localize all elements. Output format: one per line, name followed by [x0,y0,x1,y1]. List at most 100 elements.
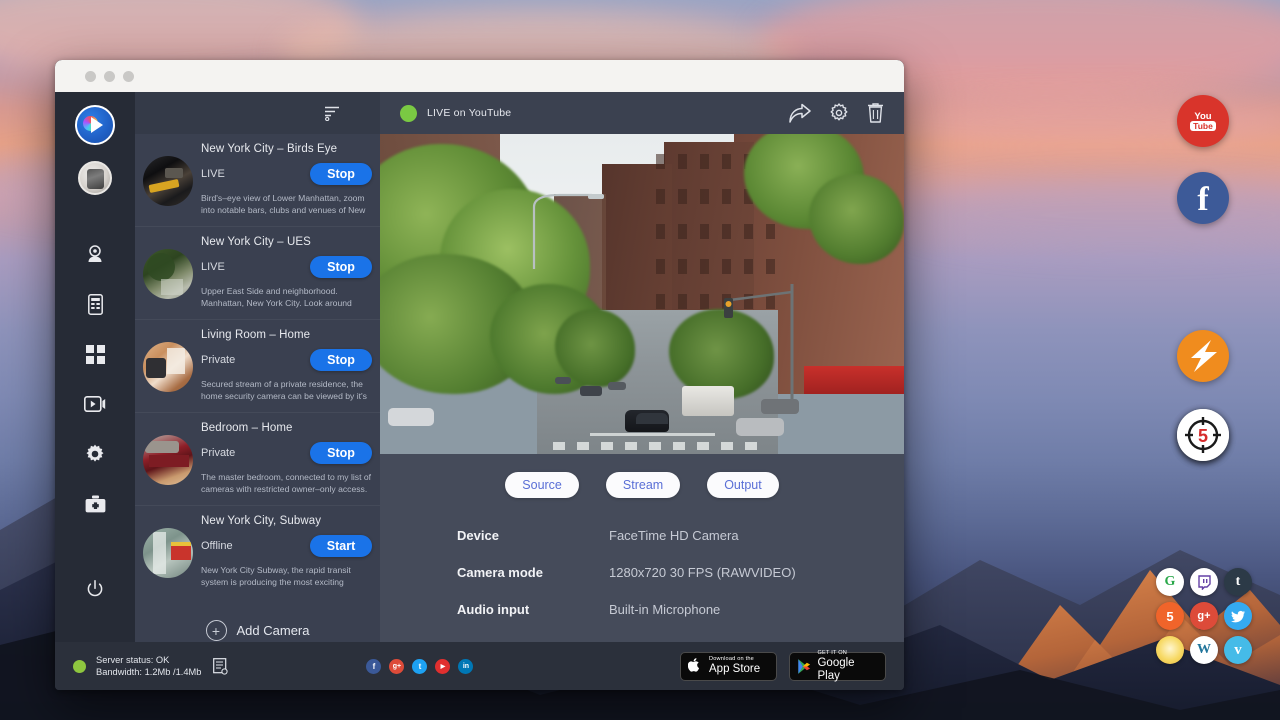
desktop-icon-tumblr[interactable]: t [1224,568,1252,596]
rail-item-webcam[interactable] [55,229,135,279]
camera-list-panel: New York City – Birds Eye LIVE Stop Bird… [135,92,380,642]
rail-item-mobile[interactable] [55,279,135,329]
desktop-icon-twitter[interactable] [1224,602,1252,630]
plus-circle-icon: + [206,620,227,641]
info-value[interactable]: 1280x720 30 FPS (RAWVIDEO) [609,565,796,580]
add-camera-button[interactable]: + Add Camera [135,598,380,641]
camera-description: The master bedroom, connected to my list… [201,472,372,495]
share-arrow-icon[interactable] [789,103,811,123]
crosshair-icon: 5 [1181,413,1225,457]
close-button[interactable] [85,71,96,82]
googleplus-icon[interactable]: g+ [389,659,404,674]
camera-status: Private [201,447,235,459]
camera-description: New York City Subway, the rapid transit … [201,565,372,588]
info-label: Camera mode [457,565,609,580]
car [761,399,799,414]
desktop-icon-youtube[interactable]: You Tube You Tube [1177,95,1229,147]
tree [809,174,904,264]
linkedin-icon[interactable]: in [458,659,473,674]
tab-source[interactable]: Source [505,472,579,498]
sort-filter-icon[interactable] [325,105,341,121]
left-nav-rail [55,92,135,642]
camera-description: Secured stream of a private residence, t… [201,379,372,402]
desktop-icon-facebook[interactable]: f [1177,172,1229,224]
tab-stream[interactable]: Stream [606,472,680,498]
desktop-icon-wordpress[interactable]: W [1190,636,1218,664]
road-markings [590,433,716,436]
power-icon [86,580,104,598]
rail-item-support[interactable] [55,479,135,529]
document-log-icon[interactable] [213,658,228,675]
store-text: Download on the App Store [709,656,760,676]
rail-item-power[interactable] [55,564,135,614]
desktop-icon-googleplus[interactable]: g+ [1190,602,1218,630]
app-store-button[interactable]: Download on the App Store [680,652,777,681]
rail-item-settings[interactable] [55,429,135,479]
googleplus-glyph: g+ [393,663,401,670]
logo-swirl [83,116,98,131]
wordpress-label: W [1197,642,1211,658]
user-avatar[interactable] [78,161,112,195]
desktop-icon-sun[interactable] [1156,636,1184,664]
car [636,413,668,424]
googleplus-label: g+ [1197,610,1210,622]
camera-action-button[interactable]: Stop [310,256,372,278]
gear-icon[interactable] [829,103,849,123]
video-preview[interactable] [380,134,904,454]
twitter-icon[interactable]: t [412,659,427,674]
gear-icon [85,444,105,464]
camera-title: Living Room – Home [201,329,372,341]
trash-icon[interactable] [867,103,884,123]
camera-action-button[interactable]: Stop [310,442,372,464]
store-bottom-label: Google Play [817,657,878,683]
app-logo-icon[interactable] [75,105,115,145]
camera-list-item[interactable]: New York City – UES LIVE Stop Upper East… [135,227,380,320]
camera-info: New York City – Birds Eye LIVE Stop Bird… [201,143,372,216]
camera-list-item[interactable]: Living Room – Home Private Stop Secured … [135,320,380,413]
storefront-awning [804,366,904,394]
window-titlebar[interactable] [55,60,904,92]
rail-item-grid[interactable] [55,329,135,379]
svg-text:Tube: Tube [1193,121,1213,131]
camera-status-row: LIVE Stop [201,256,372,278]
rail-item-video[interactable] [55,379,135,429]
desktop-icon-g[interactable]: G [1156,568,1184,596]
google-play-button[interactable]: GET IT ON Google Play [789,652,886,681]
desktop-icon-livestream-five[interactable]: 5 [1156,602,1184,630]
youtube-icon[interactable]: ▶ [435,659,450,674]
wowza-lightning-icon [1177,330,1229,382]
apple-icon [688,657,703,675]
camera-list-scroll[interactable]: New York City – Birds Eye LIVE Stop Bird… [135,134,380,642]
info-value[interactable]: FaceTime HD Camera [609,528,739,543]
camera-thumbnail [143,249,193,299]
car [608,382,626,390]
footer-social-links: f g+ t ▶ in [366,659,473,674]
camera-action-button[interactable]: Start [310,535,372,557]
info-value[interactable]: Built-in Microphone [609,602,720,617]
desktop-icon-target-five-badge[interactable]: 5 [1177,409,1229,461]
bandwidth-line: Bandwidth: 1.2Mb /1.4Mb [96,666,201,678]
car [736,418,784,436]
camera-list-header [135,92,380,134]
camera-status: Offline [201,540,233,552]
camera-list-item[interactable]: New York City – Birds Eye LIVE Stop Bird… [135,134,380,227]
desktop-icon-vimeo[interactable]: v [1224,636,1252,664]
camera-title: New York City – UES [201,236,372,248]
desktop-icon-twitch[interactable] [1190,568,1218,596]
maximize-button[interactable] [123,71,134,82]
camera-action-button[interactable]: Stop [310,163,372,185]
camera-list-item[interactable]: New York City, Subway Offline Start New … [135,506,380,598]
g-label: G [1165,574,1176,590]
store-text: GET IT ON Google Play [817,650,878,683]
video-icon [84,396,106,412]
camera-list-item[interactable]: Bedroom – Home Private Stop The master b… [135,413,380,506]
minimize-button[interactable] [104,71,115,82]
stream-settings: Source Stream Output Device FaceTime HD … [380,454,904,642]
facebook-icon[interactable]: f [366,659,381,674]
desktop-icon-wowza[interactable] [1177,330,1229,382]
camera-title: New York City, Subway [201,515,372,527]
tab-output[interactable]: Output [707,472,779,498]
camera-action-button[interactable]: Stop [310,349,372,371]
camera-status-row: Offline Start [201,535,372,557]
youtube-glyph: ▶ [441,663,446,670]
